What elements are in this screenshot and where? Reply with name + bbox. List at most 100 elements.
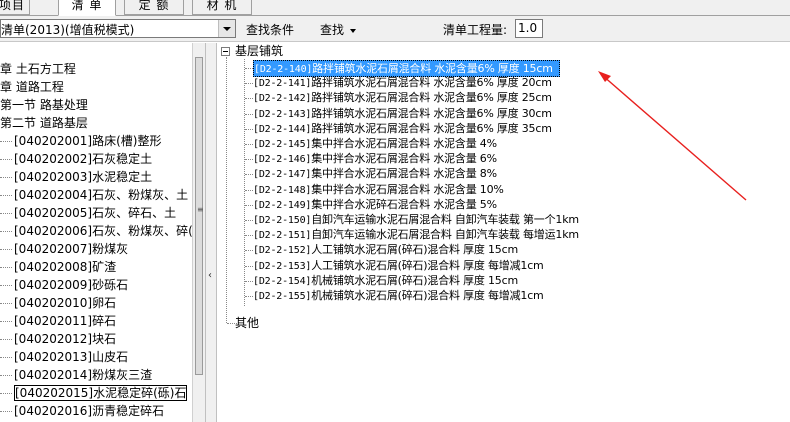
grip-icon: ≡: [197, 205, 204, 214]
tree-leaf-selected[interactable]: [040202015]水泥稳定碎(砾)石: [0, 385, 188, 402]
tree-leaf[interactable]: [040202013]山皮石: [0, 349, 128, 366]
tree-root-label: 基层铺筑: [235, 44, 284, 58]
tree-node[interactable]: 第二节 道路基层: [0, 115, 88, 132]
tree-leaf[interactable]: [040202008]矿渣: [0, 259, 116, 276]
bill-tree: 章 土石方工程 章 道路工程 第一节 路基处理 第二节 道路基层 [040202…: [0, 43, 205, 422]
tree-connector: [245, 68, 253, 69]
quota-name: 机械铺筑水泥石屑(碎石)混合料 厚度 每增减1cm: [311, 289, 544, 302]
tree-leaf[interactable]: [040202002]石灰稳定土: [0, 151, 152, 168]
tree-leaf[interactable]: [040202009]砂砾石: [0, 277, 128, 294]
tree-node[interactable]: 章 土石方工程: [0, 61, 76, 78]
scrollbar-thumb[interactable]: ≡: [195, 57, 204, 375]
tree-leaf[interactable]: [040202006]石灰、粉煤灰、碎(砾: [0, 223, 204, 240]
quota-item[interactable]: [D2-2-146]集中拌合水泥石屑混合料 水泥含量 6%: [253, 151, 497, 166]
quota-item[interactable]: [D2-2-155]机械铺筑水泥石屑(碎石)混合料 厚度 每增减1cm: [253, 288, 544, 303]
quota-item[interactable]: [D2-2-145]集中拌合水泥石屑混合料 水泥含量 4%: [253, 136, 497, 151]
quota-name: 机械铺筑水泥石屑(碎石)混合料 厚度 15cm: [311, 273, 518, 287]
tree-connector: [245, 159, 253, 161]
tree-node[interactable]: 章 道路工程: [0, 79, 64, 96]
quota-code: [D2-2-140]: [254, 64, 313, 75]
quota-code: [D2-2-141]: [253, 78, 312, 90]
tree-leaf-label: [040202014]粉煤灰三渣: [14, 368, 153, 382]
quantity-label: 清单工程量:: [443, 23, 508, 37]
left-scrollbar[interactable]: ≡: [192, 43, 205, 422]
tree-leaf[interactable]: [040202005]石灰、碎石、土: [0, 205, 176, 222]
chevron-down-icon[interactable]: [218, 20, 235, 37]
quota-item[interactable]: [D2-2-141]路拌铺筑水泥石屑混合料 水泥含量6% 厚度 20cm: [253, 75, 552, 90]
tree-connector: [245, 296, 253, 297]
tab-quota[interactable]: 定 额: [124, 0, 184, 15]
quota-code: [D2-2-150]: [253, 215, 312, 226]
quota-item[interactable]: [D2-2-152]人工铺筑水泥石屑(碎石)混合料 厚度 15cm: [253, 242, 518, 257]
quota-item[interactable]: [D2-2-154]机械铺筑水泥石屑(碎石)混合料 厚度 15cm: [253, 273, 518, 288]
tab-material[interactable]: 材 机: [192, 0, 252, 15]
standard-select-value: 清单(2013)(增值税模式): [1, 23, 135, 37]
quota-code: [D2-2-152]: [253, 245, 312, 257]
tree-leaf-label: [040202004]石灰、粉煤灰、土: [14, 188, 189, 202]
tab-bar: 项目 清 单 定 额 材 机: [0, 0, 790, 16]
search-button[interactable]: 查找: [320, 21, 357, 38]
pane-splitter[interactable]: ‹: [205, 43, 217, 422]
tree-leaf[interactable]: [040202004]石灰、粉煤灰、土: [0, 187, 188, 204]
tab-label: 清 单: [71, 0, 103, 12]
standard-select[interactable]: 清单(2013)(增值税模式): [0, 19, 236, 38]
tree-leaf[interactable]: [040202010]卵石: [0, 295, 116, 312]
quantity-input[interactable]: 1.0: [515, 19, 543, 38]
tree-leaf[interactable]: [040202003]水泥稳定土: [0, 169, 152, 186]
quota-name: 路拌铺筑水泥石屑混合料 水泥含量6% 厚度 35cm: [311, 121, 552, 135]
quota-item[interactable]: [D2-2-144]路拌铺筑水泥石屑混合料 水泥含量6% 厚度 35cm: [253, 121, 552, 136]
quota-code: [D2-2-142]: [253, 93, 312, 105]
quota-name: 自卸汽车运输水泥石屑混合料 自卸汽车装载 每增运1km: [311, 228, 579, 242]
tree-connector: [226, 57, 227, 323]
tree-leaf-label: [040202011]碎石: [14, 314, 117, 328]
minus-box-icon[interactable]: [221, 47, 230, 56]
quota-item[interactable]: [D2-2-147]集中拌合水泥石屑混合料 水泥含量 8%: [253, 166, 497, 181]
tree-node-label: 第二节 道路基层: [0, 116, 88, 130]
tree-connector: [245, 144, 253, 145]
tree-leaf-label: [040202016]沥青稳定碎石: [14, 404, 165, 418]
chevron-left-icon[interactable]: ‹: [208, 271, 212, 281]
quota-item[interactable]: [D2-2-143]路拌铺筑水泥石屑混合料 水泥含量6% 厚度 30cm: [253, 106, 552, 121]
tab-bill[interactable]: 清 单: [58, 0, 116, 16]
tree-leaf-label: [040202005]石灰、碎石、土: [14, 206, 177, 220]
tree-node-label: 其他: [235, 316, 260, 330]
tree-leaf[interactable]: [040202011]碎石: [0, 313, 116, 330]
tab-label: 项目: [0, 0, 25, 12]
tree-leaf-label: [040202015]水泥稳定碎(砾)石: [14, 385, 188, 401]
tree-leaf[interactable]: [040202007]粉煤灰: [0, 241, 128, 258]
tree-connector: [245, 204, 253, 206]
tree-leaf-label: [040202009]砂砾石: [14, 278, 129, 292]
tree-leaf[interactable]: [040202001]路床(槽)整形: [0, 133, 161, 150]
tree-connector: [245, 220, 253, 221]
quota-name: 路拌铺筑水泥石屑混合料 水泥含量6% 厚度 25cm: [311, 91, 552, 105]
tree-leaf[interactable]: [040202012]块石: [0, 331, 116, 348]
tree-node-other[interactable]: 其他: [235, 315, 259, 331]
quota-code: [D2-2-149]: [253, 199, 312, 211]
quota-item[interactable]: [D2-2-148]集中拌合水泥石屑混合料 水泥含量 10%: [253, 182, 504, 197]
quota-name: 人工铺筑水泥石屑(碎石)混合料 厚度 每增减1cm: [311, 258, 544, 272]
quota-item[interactable]: [D2-2-151]自卸汽车运输水泥石屑混合料 自卸汽车装载 每增运1km: [253, 227, 579, 242]
tab-label: 定 额: [138, 0, 170, 12]
quota-name: 集中拌合水泥石屑混合料 水泥含量 6%: [311, 152, 497, 166]
tree-node-label: 第一节 路基处理: [0, 98, 88, 112]
quota-name: 集中拌合水泥石屑混合料 水泥含量 10%: [311, 182, 504, 196]
quota-code: [D2-2-153]: [253, 260, 312, 272]
quota-code: [D2-2-155]: [253, 291, 312, 302]
tab-project[interactable]: 项目: [0, 0, 30, 15]
tree-node[interactable]: 第一节 路基处理: [0, 97, 88, 114]
quota-item[interactable]: [D2-2-153]人工铺筑水泥石屑(碎石)混合料 厚度 每增减1cm: [253, 258, 544, 273]
quota-item[interactable]: [D2-2-142]路拌铺筑水泥石屑混合料 水泥含量6% 厚度 25cm: [253, 90, 552, 105]
quota-item[interactable]: [D2-2-150]自卸汽车运输水泥石屑混合料 自卸汽车装载 第一个1km: [253, 212, 579, 227]
quota-code: [D2-2-146]: [253, 154, 312, 166]
toolbar: 清单(2013)(增值税模式) 查找条件 查找 清单工程量: 1.0: [0, 16, 790, 42]
tree-leaf-label: [040202002]石灰稳定土: [14, 152, 153, 166]
tree-leaf[interactable]: [040202016]沥青稳定碎石: [0, 403, 164, 420]
quota-name: 人工铺筑水泥石屑(碎石)混合料 厚度 15cm: [311, 243, 518, 257]
quota-item[interactable]: [D2-2-149]集中拌合水泥碎石混合料 水泥含量 5%: [253, 197, 497, 212]
quota-name: 自卸汽车运输水泥石屑混合料 自卸汽车装载 第一个1km: [311, 213, 579, 226]
quota-code: [D2-2-151]: [253, 230, 312, 242]
tree-connector: [245, 174, 253, 176]
tree-leaf[interactable]: [040202014]粉煤灰三渣: [0, 367, 152, 384]
chevron-down-icon: [350, 28, 357, 33]
tree-root-node[interactable]: 基层铺筑: [235, 43, 283, 59]
